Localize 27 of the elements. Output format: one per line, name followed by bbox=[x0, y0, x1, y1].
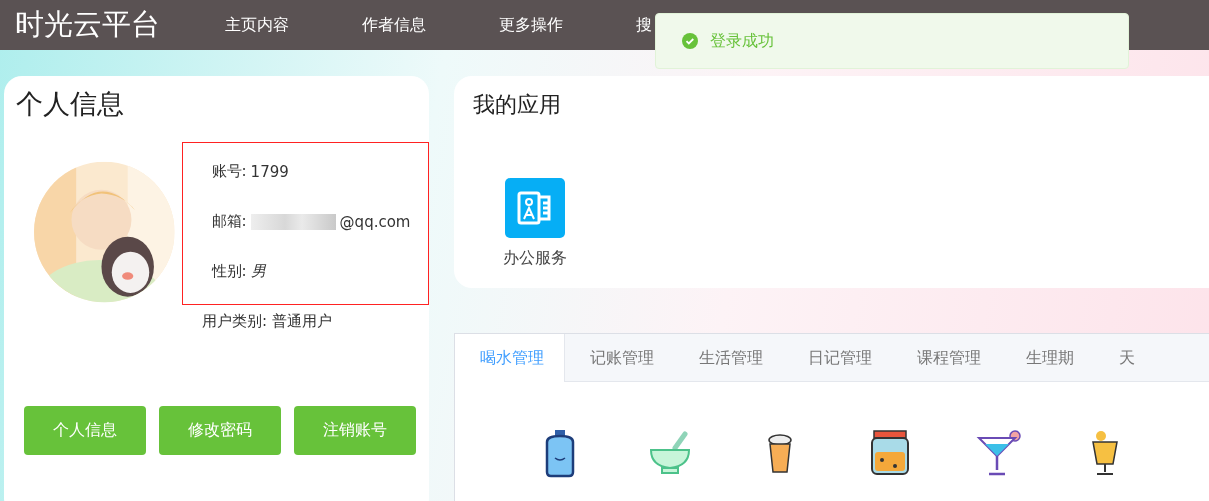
action-button[interactable]: 注销账号 bbox=[294, 406, 416, 455]
check-circle-icon bbox=[682, 33, 698, 49]
card-title: 个人信息 bbox=[16, 87, 125, 121]
field-label: 账号: bbox=[211, 162, 247, 181]
tab[interactable]: 天 bbox=[1094, 334, 1155, 382]
field-value: @qq.com bbox=[339, 212, 411, 231]
action-button[interactable]: 修改密码 bbox=[159, 406, 281, 455]
tab[interactable]: 课程管理 bbox=[892, 334, 1001, 382]
toast-message: 登录成功 bbox=[710, 30, 774, 52]
field-label: 用户类别: bbox=[202, 312, 268, 331]
tab[interactable]: 日记管理 bbox=[783, 334, 892, 382]
tab[interactable]: 生理期 bbox=[1001, 334, 1094, 382]
action-button[interactable]: 个人信息 bbox=[24, 406, 146, 455]
nav-link[interactable]: 主页内容 bbox=[225, 14, 362, 36]
field-label: 邮箱: bbox=[211, 212, 247, 231]
nav-link[interactable]: 作者信息 bbox=[362, 14, 499, 36]
field-label: 性别: bbox=[211, 262, 247, 281]
tab[interactable]: 喝水管理 bbox=[455, 334, 565, 382]
field-value: 男 bbox=[250, 262, 266, 281]
card-title: 我的应用 bbox=[473, 91, 562, 119]
nav-link[interactable]: 更多操作 bbox=[499, 14, 636, 36]
tab[interactable]: 记账管理 bbox=[565, 334, 674, 382]
field-value: 普通用户 bbox=[272, 312, 333, 331]
site-logo[interactable]: 时光云平台 bbox=[15, 5, 225, 45]
app-label[interactable]: 办公服务 bbox=[503, 248, 567, 269]
tab[interactable]: 生活管理 bbox=[674, 334, 783, 382]
field-value: 1799 bbox=[250, 162, 289, 181]
